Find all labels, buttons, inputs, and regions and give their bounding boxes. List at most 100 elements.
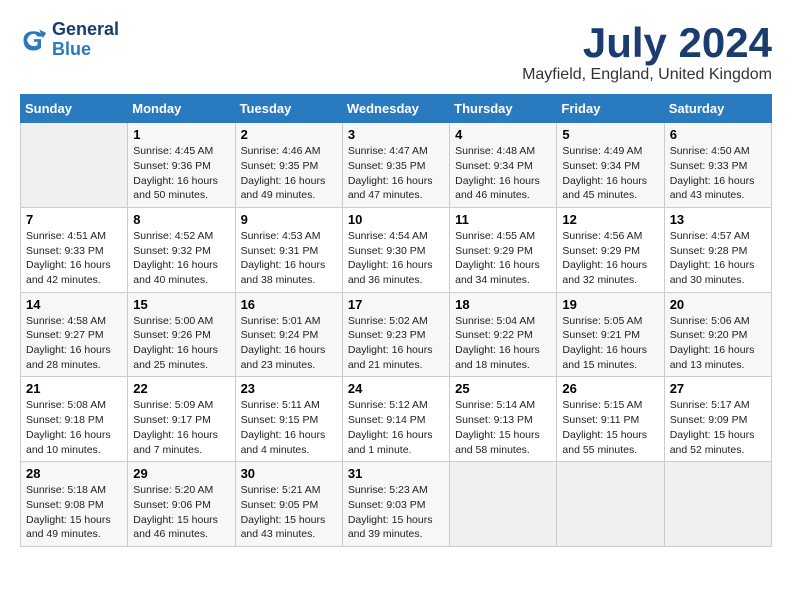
day-number: 22 xyxy=(133,381,229,396)
day-info: Sunrise: 5:02 AMSunset: 9:23 PMDaylight:… xyxy=(348,315,433,371)
location-title: Mayfield, England, United Kingdom xyxy=(522,66,772,84)
day-number: 4 xyxy=(455,127,551,142)
table-row: 12 Sunrise: 4:56 AMSunset: 9:29 PMDaylig… xyxy=(557,207,664,292)
table-row xyxy=(664,462,771,547)
day-number: 26 xyxy=(562,381,658,396)
table-row: 4 Sunrise: 4:48 AMSunset: 9:34 PMDayligh… xyxy=(450,123,557,208)
table-row: 29 Sunrise: 5:20 AMSunset: 9:06 PMDaylig… xyxy=(128,462,235,547)
table-row: 31 Sunrise: 5:23 AMSunset: 9:03 PMDaylig… xyxy=(342,462,449,547)
table-row: 10 Sunrise: 4:54 AMSunset: 9:30 PMDaylig… xyxy=(342,207,449,292)
table-row: 20 Sunrise: 5:06 AMSunset: 9:20 PMDaylig… xyxy=(664,292,771,377)
table-row: 13 Sunrise: 4:57 AMSunset: 9:28 PMDaylig… xyxy=(664,207,771,292)
day-number: 28 xyxy=(26,466,122,481)
table-row: 28 Sunrise: 5:18 AMSunset: 9:08 PMDaylig… xyxy=(21,462,128,547)
day-info: Sunrise: 4:52 AMSunset: 9:32 PMDaylight:… xyxy=(133,230,218,286)
col-saturday: Saturday xyxy=(664,95,771,123)
logo-icon xyxy=(20,26,48,54)
day-number: 6 xyxy=(670,127,766,142)
table-row: 25 Sunrise: 5:14 AMSunset: 9:13 PMDaylig… xyxy=(450,377,557,462)
day-info: Sunrise: 4:46 AMSunset: 9:35 PMDaylight:… xyxy=(241,145,326,201)
day-number: 9 xyxy=(241,212,337,227)
day-info: Sunrise: 4:49 AMSunset: 9:34 PMDaylight:… xyxy=(562,145,647,201)
day-number: 19 xyxy=(562,297,658,312)
table-row: 26 Sunrise: 5:15 AMSunset: 9:11 PMDaylig… xyxy=(557,377,664,462)
table-row xyxy=(557,462,664,547)
table-row: 18 Sunrise: 5:04 AMSunset: 9:22 PMDaylig… xyxy=(450,292,557,377)
day-info: Sunrise: 5:06 AMSunset: 9:20 PMDaylight:… xyxy=(670,315,755,371)
day-info: Sunrise: 4:53 AMSunset: 9:31 PMDaylight:… xyxy=(241,230,326,286)
col-friday: Friday xyxy=(557,95,664,123)
day-info: Sunrise: 5:18 AMSunset: 9:08 PMDaylight:… xyxy=(26,484,111,540)
day-number: 13 xyxy=(670,212,766,227)
table-row: 7 Sunrise: 4:51 AMSunset: 9:33 PMDayligh… xyxy=(21,207,128,292)
day-info: Sunrise: 4:54 AMSunset: 9:30 PMDaylight:… xyxy=(348,230,433,286)
day-number: 17 xyxy=(348,297,444,312)
day-info: Sunrise: 5:15 AMSunset: 9:11 PMDaylight:… xyxy=(562,399,647,455)
day-number: 8 xyxy=(133,212,229,227)
table-row: 16 Sunrise: 5:01 AMSunset: 9:24 PMDaylig… xyxy=(235,292,342,377)
table-row: 24 Sunrise: 5:12 AMSunset: 9:14 PMDaylig… xyxy=(342,377,449,462)
col-wednesday: Wednesday xyxy=(342,95,449,123)
table-row: 17 Sunrise: 5:02 AMSunset: 9:23 PMDaylig… xyxy=(342,292,449,377)
table-row: 14 Sunrise: 4:58 AMSunset: 9:27 PMDaylig… xyxy=(21,292,128,377)
day-info: Sunrise: 4:55 AMSunset: 9:29 PMDaylight:… xyxy=(455,230,540,286)
day-info: Sunrise: 5:14 AMSunset: 9:13 PMDaylight:… xyxy=(455,399,540,455)
day-info: Sunrise: 5:11 AMSunset: 9:15 PMDaylight:… xyxy=(241,399,326,455)
day-number: 15 xyxy=(133,297,229,312)
table-row: 30 Sunrise: 5:21 AMSunset: 9:05 PMDaylig… xyxy=(235,462,342,547)
day-info: Sunrise: 4:56 AMSunset: 9:29 PMDaylight:… xyxy=(562,230,647,286)
day-number: 1 xyxy=(133,127,229,142)
day-number: 18 xyxy=(455,297,551,312)
day-info: Sunrise: 5:00 AMSunset: 9:26 PMDaylight:… xyxy=(133,315,218,371)
day-info: Sunrise: 5:17 AMSunset: 9:09 PMDaylight:… xyxy=(670,399,755,455)
day-number: 30 xyxy=(241,466,337,481)
day-info: Sunrise: 5:08 AMSunset: 9:18 PMDaylight:… xyxy=(26,399,111,455)
table-row: 19 Sunrise: 5:05 AMSunset: 9:21 PMDaylig… xyxy=(557,292,664,377)
day-info: Sunrise: 5:05 AMSunset: 9:21 PMDaylight:… xyxy=(562,315,647,371)
table-row: 2 Sunrise: 4:46 AMSunset: 9:35 PMDayligh… xyxy=(235,123,342,208)
day-number: 23 xyxy=(241,381,337,396)
day-number: 12 xyxy=(562,212,658,227)
day-info: Sunrise: 5:21 AMSunset: 9:05 PMDaylight:… xyxy=(241,484,326,540)
col-sunday: Sunday xyxy=(21,95,128,123)
day-info: Sunrise: 4:48 AMSunset: 9:34 PMDaylight:… xyxy=(455,145,540,201)
day-info: Sunrise: 5:20 AMSunset: 9:06 PMDaylight:… xyxy=(133,484,218,540)
day-number: 3 xyxy=(348,127,444,142)
table-row: 22 Sunrise: 5:09 AMSunset: 9:17 PMDaylig… xyxy=(128,377,235,462)
col-tuesday: Tuesday xyxy=(235,95,342,123)
table-row: 6 Sunrise: 4:50 AMSunset: 9:33 PMDayligh… xyxy=(664,123,771,208)
day-number: 24 xyxy=(348,381,444,396)
day-number: 27 xyxy=(670,381,766,396)
table-row: 9 Sunrise: 4:53 AMSunset: 9:31 PMDayligh… xyxy=(235,207,342,292)
table-row xyxy=(21,123,128,208)
day-info: Sunrise: 4:51 AMSunset: 9:33 PMDaylight:… xyxy=(26,230,111,286)
day-info: Sunrise: 4:58 AMSunset: 9:27 PMDaylight:… xyxy=(26,315,111,371)
day-number: 31 xyxy=(348,466,444,481)
day-info: Sunrise: 5:09 AMSunset: 9:17 PMDaylight:… xyxy=(133,399,218,455)
table-row: 5 Sunrise: 4:49 AMSunset: 9:34 PMDayligh… xyxy=(557,123,664,208)
table-row: 27 Sunrise: 5:17 AMSunset: 9:09 PMDaylig… xyxy=(664,377,771,462)
day-info: Sunrise: 4:57 AMSunset: 9:28 PMDaylight:… xyxy=(670,230,755,286)
table-row xyxy=(450,462,557,547)
day-number: 16 xyxy=(241,297,337,312)
day-number: 10 xyxy=(348,212,444,227)
table-row: 1 Sunrise: 4:45 AMSunset: 9:36 PMDayligh… xyxy=(128,123,235,208)
day-number: 2 xyxy=(241,127,337,142)
month-title: July 2024 xyxy=(522,20,772,66)
calendar-table: Sunday Monday Tuesday Wednesday Thursday… xyxy=(20,94,772,547)
table-row: 21 Sunrise: 5:08 AMSunset: 9:18 PMDaylig… xyxy=(21,377,128,462)
table-row: 8 Sunrise: 4:52 AMSunset: 9:32 PMDayligh… xyxy=(128,207,235,292)
col-thursday: Thursday xyxy=(450,95,557,123)
day-number: 14 xyxy=(26,297,122,312)
calendar-header-row: Sunday Monday Tuesday Wednesday Thursday… xyxy=(21,95,772,123)
day-info: Sunrise: 4:50 AMSunset: 9:33 PMDaylight:… xyxy=(670,145,755,201)
table-row: 3 Sunrise: 4:47 AMSunset: 9:35 PMDayligh… xyxy=(342,123,449,208)
table-row: 15 Sunrise: 5:00 AMSunset: 9:26 PMDaylig… xyxy=(128,292,235,377)
col-monday: Monday xyxy=(128,95,235,123)
page-header: General Blue July 2024 Mayfield, England… xyxy=(20,20,772,84)
day-info: Sunrise: 4:47 AMSunset: 9:35 PMDaylight:… xyxy=(348,145,433,201)
day-number: 5 xyxy=(562,127,658,142)
day-info: Sunrise: 5:04 AMSunset: 9:22 PMDaylight:… xyxy=(455,315,540,371)
logo-text: General Blue xyxy=(52,20,119,60)
day-number: 11 xyxy=(455,212,551,227)
